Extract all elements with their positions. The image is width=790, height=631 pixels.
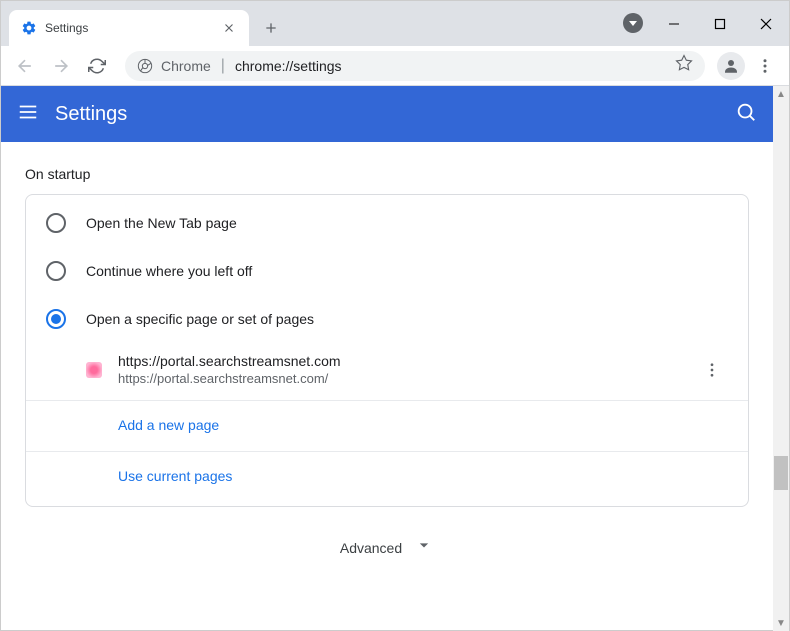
back-button[interactable] [9,50,41,82]
page-info: https://portal.searchstreamsnet.com http… [118,353,680,386]
page-entry-title: https://portal.searchstreamsnet.com [118,353,680,369]
chrome-menu-button[interactable] [749,50,781,82]
page-entry-url: https://portal.searchstreamsnet.com/ [118,371,680,386]
hamburger-menu-icon[interactable] [17,101,39,128]
advanced-label: Advanced [340,540,402,556]
new-tab-button[interactable] [257,14,285,42]
settings-header: Settings [1,86,773,142]
bookmark-star-icon[interactable] [675,54,693,77]
radio-icon [46,213,66,233]
page-more-button[interactable] [696,354,728,386]
forward-button[interactable] [45,50,77,82]
settings-title: Settings [55,103,719,126]
window-titlebar: Settings [1,1,789,46]
browser-tab[interactable]: Settings [9,10,249,46]
radio-specific-pages[interactable]: Open a specific page or set of pages [26,295,748,343]
site-favicon [86,362,102,378]
scrollbar-thumb[interactable] [774,456,788,490]
radio-new-tab[interactable]: Open the New Tab page [26,199,748,247]
radio-label: Open a specific page or set of pages [86,311,314,327]
use-current-row[interactable]: Use current pages [26,451,748,502]
use-current-link: Use current pages [118,468,232,484]
advanced-toggle[interactable]: Advanced [1,507,773,576]
chevron-down-icon [414,535,434,560]
profile-button[interactable] [717,52,745,80]
chrome-icon [137,58,153,74]
search-icon[interactable] [735,101,757,128]
radio-label: Open the New Tab page [86,215,237,231]
tab-close-icon[interactable] [221,20,237,36]
close-window-button[interactable] [743,1,789,46]
settings-gear-icon [21,20,37,36]
startup-card: Open the New Tab page Continue where you… [25,194,749,507]
minimize-button[interactable] [651,1,697,46]
reload-button[interactable] [81,50,113,82]
window-controls [651,1,789,46]
omnibox-url: chrome://settings [235,58,667,74]
scrollbar[interactable]: ▲ ▼ [773,86,789,631]
page-content: Settings On startup Open the New Tab pag… [1,86,773,631]
radio-icon [46,261,66,281]
tab-title: Settings [45,21,213,35]
radio-label: Continue where you left off [86,263,252,279]
scroll-down-icon[interactable]: ▼ [773,615,789,631]
tab-strip: Settings [1,1,285,46]
profile-indicator-icon[interactable] [623,13,643,33]
add-page-row[interactable]: Add a new page [26,400,748,451]
startup-section-title: On startup [1,158,773,194]
maximize-button[interactable] [697,1,743,46]
omnibox-origin: Chrome [161,58,211,74]
radio-continue[interactable]: Continue where you left off [26,247,748,295]
address-bar[interactable]: Chrome | chrome://settings [125,51,705,81]
radio-icon-checked [46,309,66,329]
omnibox-divider: | [221,57,225,75]
add-page-link: Add a new page [118,417,219,433]
browser-toolbar: Chrome | chrome://settings [1,46,789,86]
scroll-up-icon[interactable]: ▲ [773,86,789,102]
startup-page-entry: https://portal.searchstreamsnet.com http… [26,343,748,396]
